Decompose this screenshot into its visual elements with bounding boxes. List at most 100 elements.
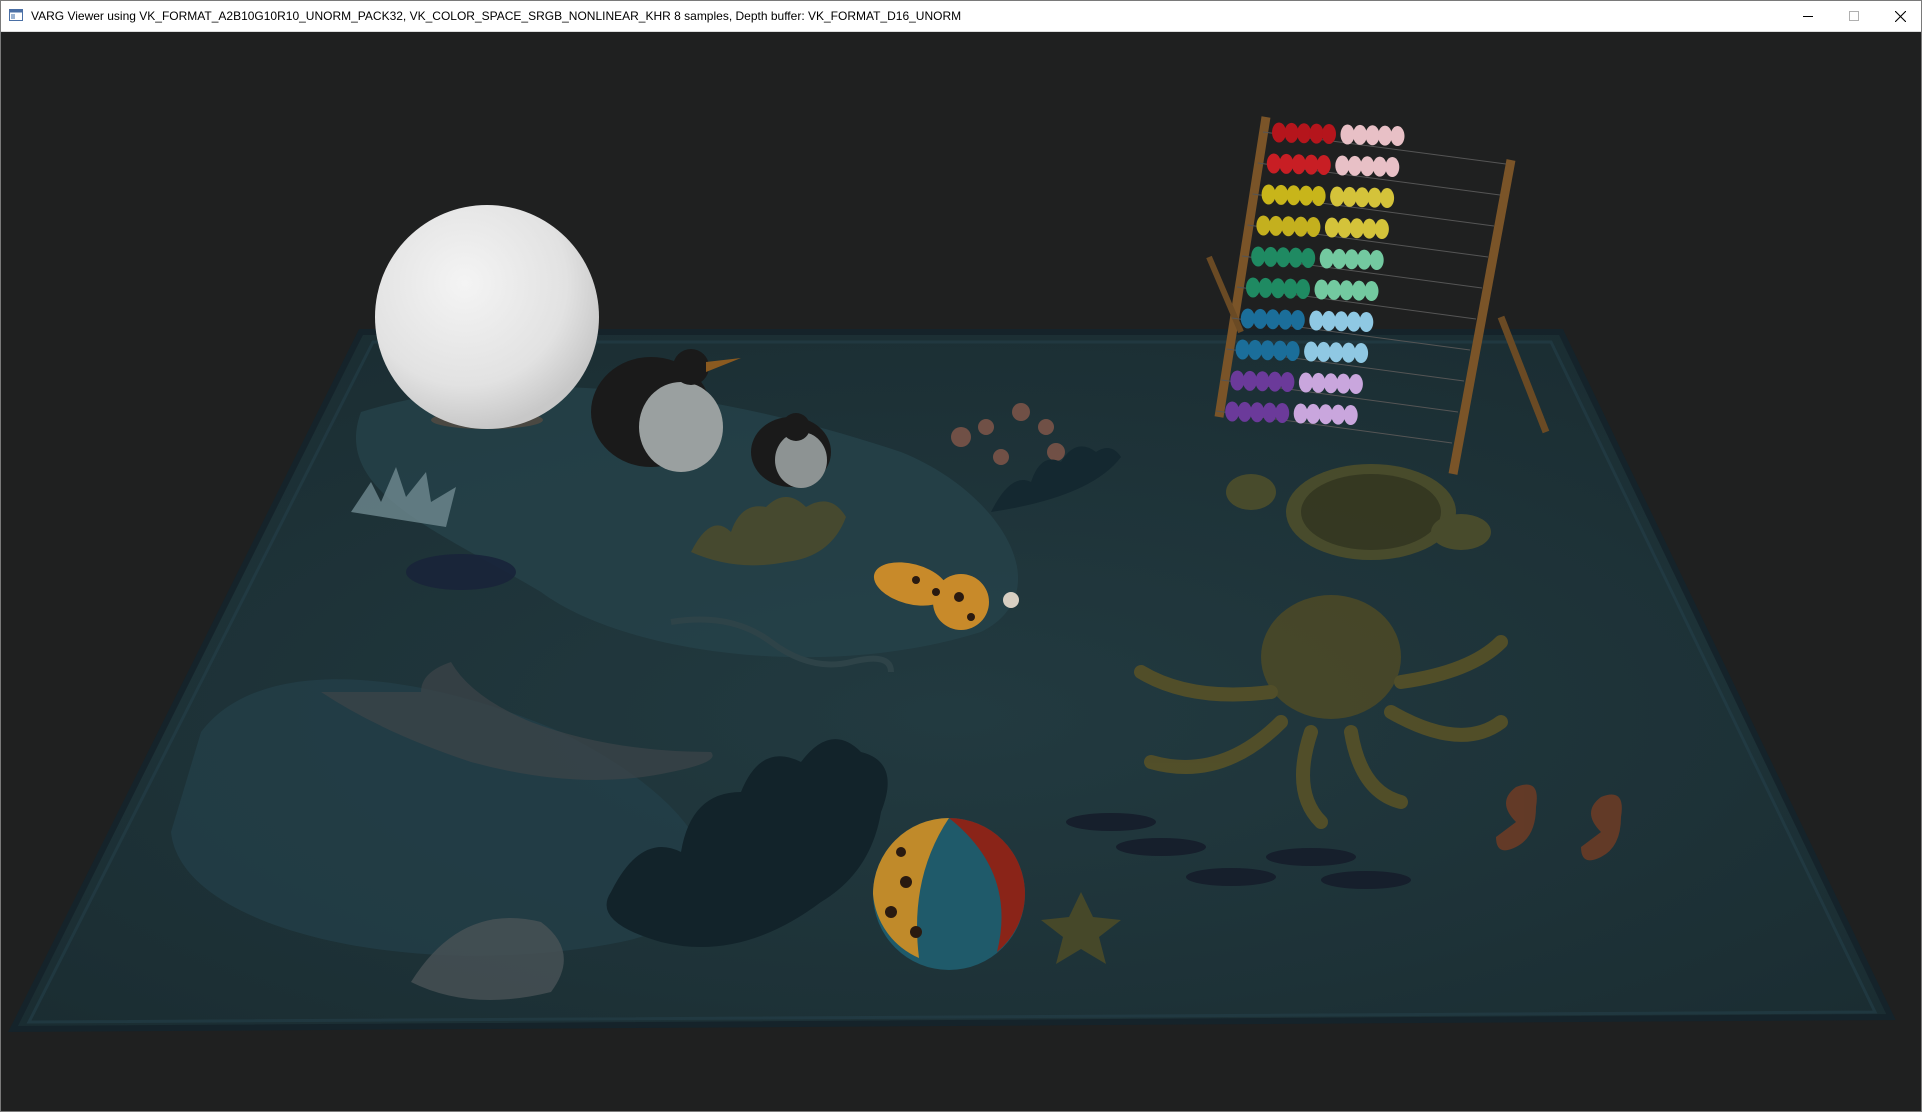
abacus-bead	[1323, 373, 1338, 394]
abacus-bead	[1319, 248, 1334, 269]
abacus-bead	[1339, 280, 1354, 301]
abacus-bead	[1329, 342, 1344, 363]
abacus-bead	[1306, 216, 1321, 237]
abacus-bead	[1353, 124, 1367, 145]
abacus-bead	[1258, 277, 1273, 298]
abacus-bead	[1301, 247, 1316, 268]
abacus-bead	[1304, 341, 1319, 362]
abacus-bead	[1309, 310, 1324, 331]
abacus-bead	[1365, 125, 1380, 146]
abacus-bead	[1374, 219, 1389, 240]
abacus-bead	[1311, 185, 1326, 206]
abacus-bead	[1267, 371, 1282, 392]
lamp-sphere	[375, 205, 599, 429]
abacus-bead	[1304, 154, 1319, 175]
abacus-bead	[1253, 308, 1268, 329]
abacus-bead	[1230, 370, 1245, 391]
beach-ball	[873, 818, 1025, 970]
abacus-bead	[1346, 311, 1361, 332]
close-icon	[1894, 10, 1906, 22]
abacus-bead	[1273, 340, 1288, 361]
abacus-bead	[1342, 186, 1357, 207]
title-bar[interactable]: VARG Viewer using VK_FORMAT_A2B10G10R10_…	[1, 1, 1921, 32]
abacus-bead	[1246, 277, 1260, 298]
abacus-bead	[1332, 248, 1347, 269]
abacus-bead	[1316, 154, 1331, 175]
close-button[interactable]	[1877, 1, 1922, 31]
abacus-bead	[1260, 340, 1275, 361]
abacus-bead	[1306, 403, 1321, 424]
abacus-bead	[1240, 308, 1255, 329]
abacus-bead	[1327, 279, 1341, 300]
abacus-bead	[1251, 246, 1266, 267]
abacus-bead	[1242, 370, 1257, 391]
abacus-bead	[1359, 312, 1374, 333]
abacus-bead	[1372, 156, 1387, 177]
abacus-bead	[1355, 187, 1370, 208]
abacus-bead	[1380, 188, 1395, 209]
abacus-bead	[1330, 186, 1345, 207]
maximize-icon	[1849, 11, 1859, 21]
abacus-bead	[1357, 249, 1372, 270]
abacus-bead	[1271, 278, 1285, 299]
abacus-bead	[1293, 403, 1308, 424]
abacus-bead	[1335, 155, 1350, 176]
abacus-bead	[1296, 278, 1310, 299]
abacus-bead	[1256, 215, 1271, 236]
abacus-bead	[1276, 247, 1291, 268]
app-window: VARG Viewer using VK_FORMAT_A2B10G10R10_…	[0, 0, 1922, 1112]
abacus-bead	[1309, 123, 1324, 144]
abacus-bead	[1348, 374, 1363, 395]
abacus-bead	[1235, 339, 1250, 360]
abacus-bead	[1286, 185, 1301, 206]
abacus-bead	[1248, 339, 1263, 360]
abacus-bead	[1281, 216, 1296, 237]
abacus-bead	[1237, 401, 1252, 422]
abacus-bead	[1322, 123, 1336, 144]
abacus-bead	[1390, 126, 1405, 147]
abacus-bead	[1343, 405, 1358, 426]
abacus-bead	[1297, 123, 1311, 144]
abacus-bead	[1336, 373, 1351, 394]
abacus-bead	[1334, 311, 1349, 332]
abacus-bead	[1362, 218, 1377, 239]
abacus-bead	[1298, 372, 1313, 393]
abacus-bead	[1299, 185, 1314, 206]
abacus-bead	[1324, 217, 1339, 238]
abacus-bead	[1369, 250, 1384, 271]
abacus-bead	[1293, 216, 1308, 237]
minimize-button[interactable]	[1785, 1, 1831, 31]
app-window-icon	[9, 9, 23, 21]
abacus-bead	[1290, 309, 1305, 330]
abacus-bead	[1279, 153, 1294, 174]
abacus-bead	[1262, 402, 1277, 423]
abacus-bead	[1331, 404, 1346, 425]
rendered-scene	[8, 116, 1896, 1033]
abacus-bead	[1337, 217, 1352, 238]
minimize-icon	[1803, 16, 1813, 17]
render-viewport[interactable]	[1, 32, 1921, 1111]
abacus-bead	[1311, 372, 1326, 393]
abacus-bead	[1385, 157, 1400, 178]
abacus-bead	[1344, 249, 1359, 270]
abacus-bead	[1318, 404, 1333, 425]
abacus-bead	[1340, 124, 1355, 145]
abacus-bead	[1285, 340, 1300, 361]
maximize-button[interactable]	[1831, 1, 1877, 31]
abacus-bead	[1284, 122, 1299, 143]
abacus-bead	[1274, 184, 1289, 205]
abacus-bead	[1352, 280, 1366, 301]
abacus-bead	[1367, 187, 1382, 208]
abacus-bead	[1316, 341, 1331, 362]
abacus-bead	[1354, 343, 1369, 364]
abacus-bead	[1250, 402, 1265, 423]
abacus-bead	[1360, 156, 1375, 177]
abacus-bead	[1321, 310, 1336, 331]
abacus-bead	[1225, 401, 1240, 422]
abacus-bead	[1272, 122, 1286, 143]
abacus-bead	[1291, 154, 1306, 175]
abacus-bead	[1255, 371, 1270, 392]
abacus-bead	[1280, 371, 1295, 392]
abacus-bead	[1278, 309, 1293, 330]
abacus-bead	[1283, 278, 1298, 299]
